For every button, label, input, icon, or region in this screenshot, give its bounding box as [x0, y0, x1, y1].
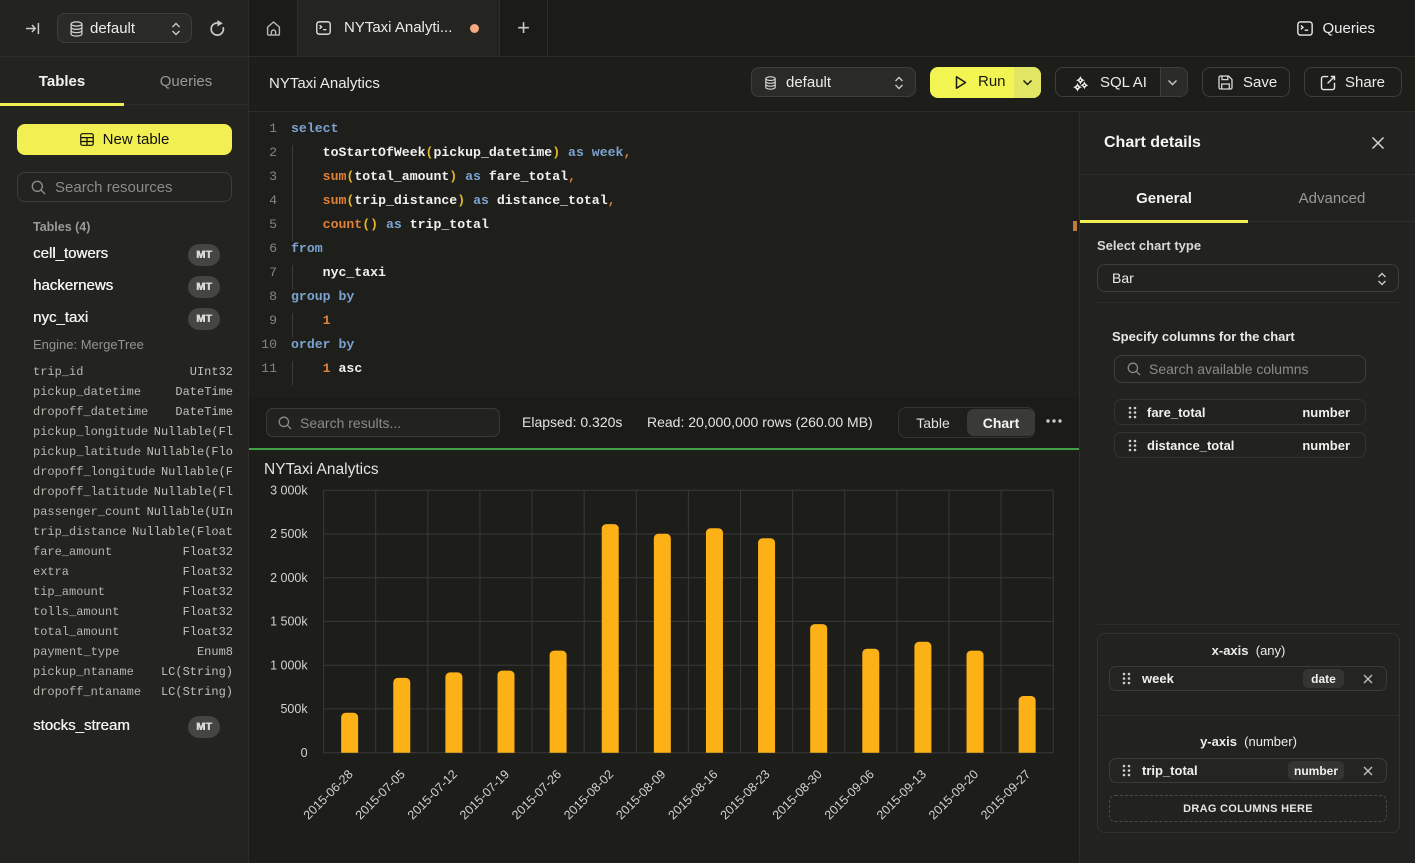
svg-text:1 500k: 1 500k	[270, 615, 308, 629]
svg-text:2015-07-05: 2015-07-05	[353, 767, 408, 822]
svg-text:2015-09-06: 2015-09-06	[822, 767, 877, 822]
svg-text:2015-09-13: 2015-09-13	[874, 767, 929, 822]
svg-text:0: 0	[301, 746, 308, 760]
svg-text:NYTaxi Analytics: NYTaxi Analytics	[264, 461, 379, 478]
svg-text:2 500k: 2 500k	[270, 527, 308, 541]
svg-text:2015-08-16: 2015-08-16	[665, 767, 720, 822]
svg-text:2015-07-26: 2015-07-26	[509, 767, 564, 822]
svg-text:1 000k: 1 000k	[270, 658, 308, 672]
svg-text:2015-08-23: 2015-08-23	[718, 767, 773, 822]
svg-text:2015-07-12: 2015-07-12	[405, 767, 460, 822]
svg-text:500k: 500k	[280, 702, 308, 716]
svg-text:2015-08-09: 2015-08-09	[613, 767, 668, 822]
svg-text:2015-08-30: 2015-08-30	[770, 767, 825, 822]
svg-text:2015-06-28: 2015-06-28	[301, 767, 356, 822]
svg-text:2015-09-20: 2015-09-20	[926, 767, 981, 822]
svg-text:3 000k: 3 000k	[270, 483, 308, 497]
svg-text:2015-08-02: 2015-08-02	[561, 767, 616, 822]
svg-text:2015-07-19: 2015-07-19	[457, 767, 512, 822]
svg-text:2015-09-27: 2015-09-27	[978, 767, 1033, 822]
svg-text:2 000k: 2 000k	[270, 571, 308, 585]
